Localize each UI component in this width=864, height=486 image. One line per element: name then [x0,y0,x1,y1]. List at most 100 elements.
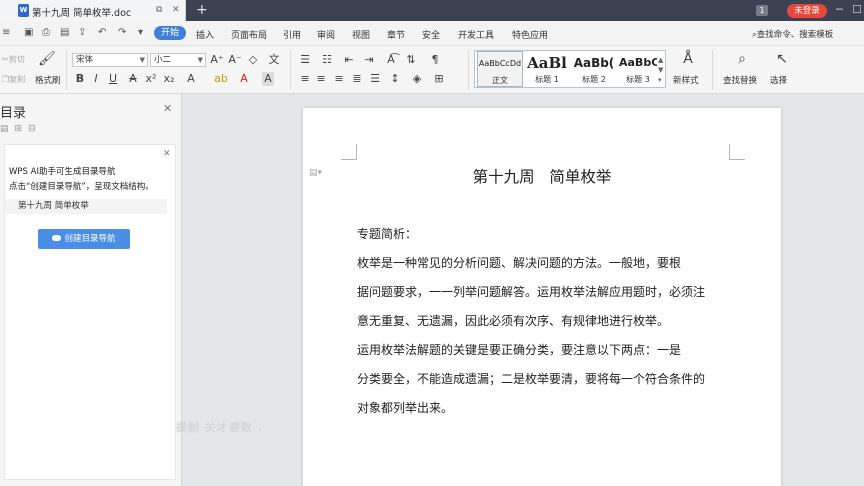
text-effect-icon[interactable]: A [184,72,198,86]
window-count-badge[interactable]: 1 [756,5,768,16]
new-style-icon[interactable]: Å [680,52,696,66]
line-spacing-icon[interactable]: ↕ [388,72,402,86]
superscript-icon[interactable]: x² [144,72,158,86]
undo-icon[interactable]: ↶ [98,27,106,38]
ribbon-separator [468,50,469,90]
toc-entry[interactable]: 第十九周 简单枚举 [5,199,167,214]
clear-format-icon[interactable]: ◇ [246,53,260,67]
select-button[interactable]: 选择 [770,74,787,86]
menu-tab-view[interactable]: 视图 [352,28,370,41]
chinese-layout-icon[interactable]: A͡ [384,53,398,67]
maximize-icon[interactable]: ☐ [852,3,862,16]
close-icon[interactable]: ✕ [172,5,180,15]
menu-tab-features[interactable]: 特色应用 [512,28,548,41]
font-color-icon[interactable]: A [238,72,250,86]
show-marks-icon[interactable]: ¶ [428,53,442,67]
collapse-icon[interactable]: ⊟ [28,124,42,134]
document-line: 意无重复、无遗漏，因此必须有次序、有规律地进行枚举。 [357,314,670,328]
char-shading-icon[interactable]: A [262,72,274,86]
create-toc-button[interactable]: 创建目录导航 [38,229,130,249]
menu-tab-insert[interactable]: 插入 [196,28,214,41]
toc-toolbar[interactable]: ▤⊞⊟ [0,124,42,134]
styles-gallery: AaBbCcDd 正文 AaBl 标题 1 AaBb( 标题 2 AaBbC 标… [474,50,666,88]
cut-button[interactable]: ✂剪切 [2,54,25,65]
find-icon[interactable]: ⌕ [734,52,750,66]
menu-tab-layout[interactable]: 页面布局 [231,28,267,41]
cursor-icon[interactable]: ↖ [774,52,790,66]
new-style-button[interactable]: 新样式 [673,74,699,86]
font-size-select[interactable]: 小二 ▼ [150,53,206,67]
style-normal[interactable]: AaBbCcDd 正文 [477,51,523,87]
redo-icon[interactable]: ↷ [118,27,126,38]
borders-icon[interactable]: ⊞ [432,72,446,86]
ribbon-separator [290,50,291,90]
phonetic-guide-icon[interactable]: 文 [266,53,282,67]
print-preview-icon[interactable]: ⎙ [42,27,50,38]
watermark-text: 提制 关才要数 . [176,421,263,434]
ai-toc-card: ✕ WPS AI助手可生成目录导航 点击“创建目录导航”，呈现文档结构。 第十九… [4,144,176,480]
expand-icon[interactable]: ⊞ [15,124,29,134]
menu-icon[interactable]: ≡ [2,27,10,38]
subscript-icon[interactable]: x₂ [162,72,176,86]
sort-icon[interactable]: ⇅ [404,53,418,67]
close-icon[interactable]: ✕ [163,102,172,115]
more-icon[interactable]: ▾ [138,27,143,38]
numbered-list-icon[interactable]: ☷ [320,53,334,67]
close-icon[interactable]: ✕ [163,149,171,159]
menu-bar: ≡ ▣ ⎙ ▤ ⇪ ↶ ↷ ▾ 开始 插入 页面布局 引用 审阅 视图 章节 安… [0,21,864,46]
style-sample: AaBbC [619,56,657,69]
style-heading-3[interactable]: AaBbC 标题 3 [619,51,657,87]
underline-icon[interactable]: U [106,72,120,86]
font-name-select[interactable]: 宋体 ▼ [72,53,148,67]
menu-tab-section[interactable]: 章节 [387,28,405,41]
print-icon[interactable]: ▤ [60,27,69,38]
format-painter-button[interactable]: 格式刷 [35,74,61,86]
save-icon[interactable]: ▣ [24,27,33,38]
shading-icon[interactable]: ◈ [410,72,424,86]
decrease-indent-icon[interactable]: ⇤ [342,53,356,67]
menu-tab-references[interactable]: 引用 [283,28,301,41]
document-page[interactable]: ▤▾ 第十九周 简单枚举 专题简析： 枚举是一种常见的分析问题、解决问题的方法。… [303,108,781,486]
menu-tab-home[interactable]: 开始 [154,26,186,40]
style-heading-1[interactable]: AaBl 标题 1 [525,51,569,87]
align-center-icon[interactable]: ≡ [314,72,328,86]
minimize-icon[interactable]: ─ [836,3,843,16]
document-tab[interactable]: W 第十九周 简单枚举.doc ⧉ ✕ [0,0,186,21]
styles-scroll-icon[interactable]: ▲ ▼ ▾ [658,55,663,85]
margin-corner-mark [729,144,745,160]
menu-tab-review[interactable]: 审阅 [317,28,335,41]
document-line: 分类要全，不能造成遗漏；二是枚举要清，要将每一个符合条件的 [357,372,706,386]
new-tab-button[interactable]: + [196,2,208,18]
justify-icon[interactable]: ≣ [350,72,364,86]
cut-label: 剪切 [8,55,25,64]
align-left-icon[interactable]: ≡ [298,72,312,86]
export-pdf-icon[interactable]: ⇪ [78,27,86,38]
login-button[interactable]: 未登录 [787,4,827,18]
shrink-font-icon[interactable]: A⁻ [228,53,242,67]
grow-font-icon[interactable]: A⁺ [210,53,224,67]
document-tab-title: 第十九周 简单枚举.doc [32,8,132,19]
font-size-value: 小二 [154,55,172,65]
style-name: 标题 2 [582,75,606,84]
bold-icon[interactable]: B [74,72,86,86]
align-right-icon[interactable]: ≡ [332,72,346,86]
highlight-icon[interactable]: ab [214,72,228,86]
italic-icon[interactable]: I [90,72,102,86]
ribbon-separator [712,50,713,90]
copy-label: 复制 [9,75,26,84]
menu-tab-security[interactable]: 安全 [422,28,440,41]
menu-tab-developer[interactable]: 开发工具 [458,28,494,41]
distribute-icon[interactable]: ☰ [368,72,382,86]
copy-button[interactable]: ❐复制 [2,74,25,85]
navigation-pane: 目录 ✕ ▤⊞⊟ ✕ WPS AI助手可生成目录导航 点击“创建目录导航”，呈现… [0,94,182,486]
strikethrough-icon[interactable]: A [126,72,140,86]
style-heading-2[interactable]: AaBb( 标题 2 [571,51,617,87]
bullet-list-icon[interactable]: ☰ [298,53,312,67]
create-toc-label: 创建目录导航 [64,234,116,244]
command-search[interactable]: ⌕查找命令、搜索模板 [752,28,833,40]
format-painter-icon[interactable]: 🖌 [38,52,56,66]
restore-icon[interactable]: ⧉ [156,5,162,15]
find-replace-button[interactable]: 查找替换 [723,74,757,86]
toc-view-icon[interactable]: ▤ [0,124,15,134]
increase-indent-icon[interactable]: ⇥ [362,53,376,67]
